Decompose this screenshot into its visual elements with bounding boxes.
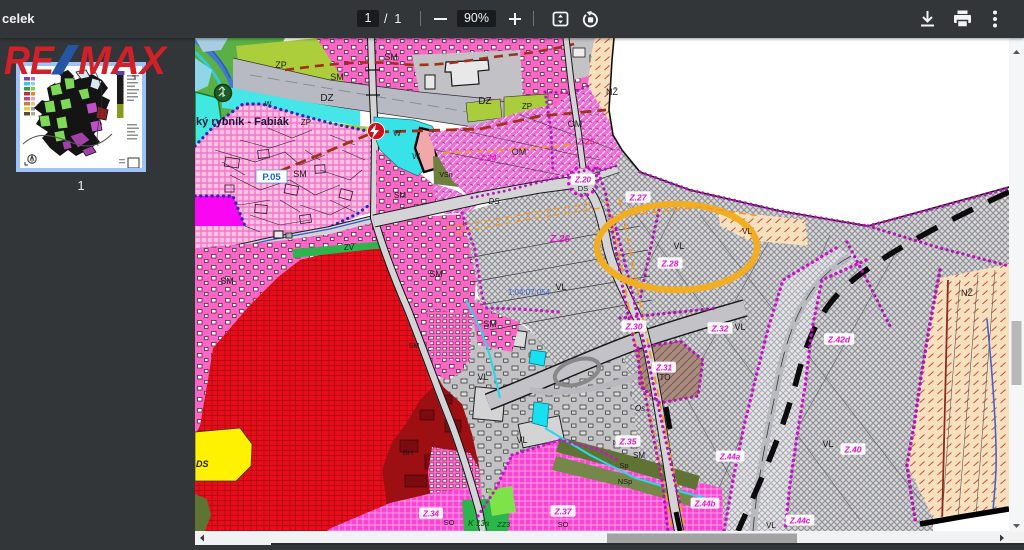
svg-text:SM: SM (384, 52, 398, 62)
svg-text:Z.28: Z.28 (660, 259, 678, 269)
svg-text:NŽ: NŽ (961, 288, 973, 298)
svg-text:VL: VL (822, 439, 833, 449)
svg-text:DS: DS (578, 184, 588, 193)
svg-text:ZZ3: ZZ3 (496, 520, 511, 529)
svg-text:NSp: NSp (618, 477, 633, 486)
svg-text:W: W (265, 101, 272, 108)
svg-text:DS: DS (196, 459, 209, 469)
svg-text:SM: SM (483, 319, 497, 329)
svg-text:Z.27: Z.27 (628, 193, 647, 203)
svg-text:Z.44c: Z.44c (789, 517, 811, 526)
svg-text:DS: DS (488, 197, 500, 206)
svg-text:SM: SM (633, 451, 645, 460)
svg-text:SM: SM (220, 276, 234, 286)
svg-text:Os: Os (635, 404, 645, 413)
svg-text:RE: RE (4, 39, 55, 78)
svg-text:Z.32: Z.32 (710, 324, 728, 334)
svg-text:Z.20: Z.20 (574, 176, 592, 185)
svg-text:Z.30: Z.30 (624, 322, 642, 332)
svg-text:P.05: P.05 (262, 172, 281, 183)
svg-text:SM: SM (293, 169, 307, 179)
svg-text:Z.44b: Z.44b (694, 500, 716, 509)
svg-text:Z.40: Z.40 (843, 445, 861, 455)
svg-text:SM: SM (429, 269, 443, 279)
svg-text:VL: VL (742, 227, 752, 236)
svg-text:Z.26: Z.26 (549, 234, 570, 245)
svg-text:Z.31: Z.31 (655, 364, 673, 373)
svg-text:TO: TO (660, 373, 671, 382)
svg-text:Z.34: Z.34 (422, 510, 440, 519)
svg-text:Z.25: Z.25 (576, 137, 594, 147)
svg-text:Z.35: Z.35 (618, 437, 636, 447)
svg-text:VL: VL (734, 322, 745, 332)
svg-text:OM: OM (568, 119, 583, 129)
svg-text:SO: SO (444, 518, 455, 527)
svg-text:DZ: DZ (320, 93, 333, 104)
svg-text:DZ: DZ (478, 96, 491, 107)
svg-text:SO: SO (558, 520, 569, 529)
svg-text:MAX: MAX (78, 39, 168, 78)
svg-text:Z.44a: Z.44a (719, 453, 741, 462)
svg-text:Sp: Sp (619, 461, 628, 470)
svg-text:ZP: ZP (301, 118, 311, 127)
svg-text:1:04:07:054: 1:04:07:054 (508, 288, 551, 297)
svg-text:Z.42d: Z.42d (827, 335, 851, 345)
svg-text:BH: BH (403, 448, 413, 457)
svg-text:SM: SM (330, 72, 344, 82)
svg-text:VSn: VSn (439, 172, 452, 179)
svg-text:SM: SM (394, 191, 406, 200)
svg-text:VL: VL (555, 282, 566, 292)
svg-text:Z.37: Z.37 (553, 507, 572, 517)
svg-text:VL: VL (673, 241, 684, 251)
svg-text:VL: VL (477, 372, 488, 382)
svg-text:Z.24: Z.24 (478, 153, 496, 163)
svg-text:OM: OM (512, 147, 527, 157)
svg-text:ký rybník - Fabiák: ký rybník - Fabiák (196, 116, 290, 128)
svg-text:ZP: ZP (522, 102, 532, 111)
svg-text:K 13a: K 13a (468, 519, 490, 528)
svg-text:W: W (393, 129, 401, 138)
svg-text:W: W (412, 152, 420, 161)
svg-text:ZP: ZP (275, 60, 287, 70)
svg-text:SM: SM (409, 343, 420, 350)
svg-text:NŽ: NŽ (606, 87, 618, 97)
svg-text:VL: VL (516, 435, 527, 445)
svg-text:VL: VL (766, 521, 776, 530)
svg-text:ZV: ZV (344, 243, 355, 252)
